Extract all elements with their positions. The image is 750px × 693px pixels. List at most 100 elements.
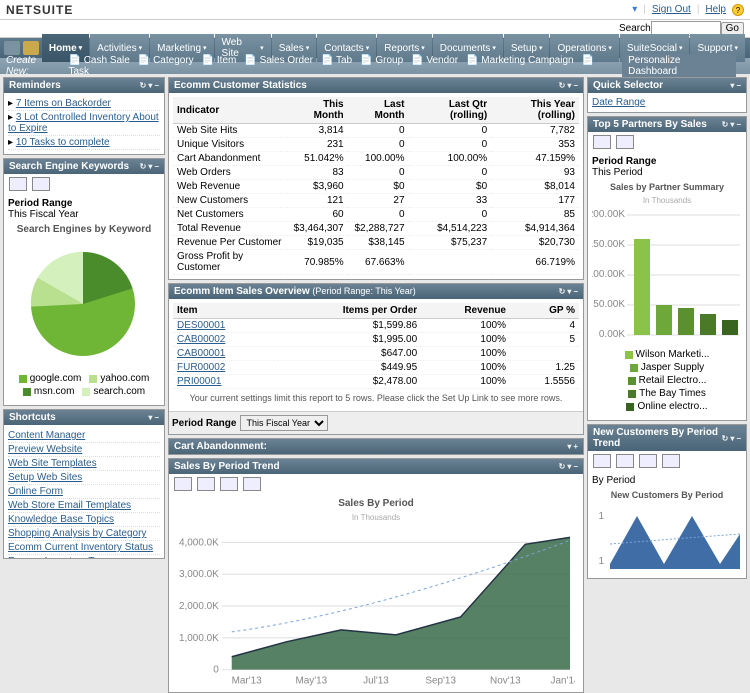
svg-text:0.00K: 0.00K — [599, 329, 625, 340]
chevron-down-icon[interactable]: ▾ — [730, 434, 734, 443]
create-vendor[interactable]: 📄 Vendor — [411, 55, 458, 66]
chart-type-icon[interactable] — [243, 477, 261, 491]
chart-title: Sales By Period — [177, 494, 575, 513]
shortcut-item[interactable]: Online Form — [8, 485, 160, 499]
chevron-down-icon[interactable]: ▾ — [567, 442, 571, 451]
cart-abandonment-panel: Cart Abandonment: ▾+ — [168, 438, 584, 455]
info-text: Your current settings limit this report … — [173, 389, 579, 407]
sales-by-period-panel: Sales By Period Trend ↻▾− Sales By Period… — [168, 458, 584, 693]
shortcut-item[interactable]: Shopping Analysis by Category — [8, 527, 160, 541]
minimize-icon[interactable]: − — [736, 81, 741, 90]
chevron-down-icon[interactable]: ▾ — [567, 462, 571, 471]
shortcut-item[interactable]: Knowledge Base Topics — [8, 513, 160, 527]
create-cash-sale[interactable]: 📄 Cash Sale — [68, 55, 129, 66]
shortcut-item[interactable]: Web Store Email Templates — [8, 499, 160, 513]
shortcut-item[interactable]: Ecomm Current Inventory Status — [8, 541, 160, 555]
shortcut-item[interactable]: Setup Web Sites — [8, 471, 160, 485]
chevron-down-icon[interactable]: ▾ — [148, 81, 152, 90]
svg-text:Jan'14: Jan'14 — [551, 676, 575, 687]
user-icon[interactable]: ▾ — [632, 4, 637, 15]
minimize-icon[interactable]: − — [573, 81, 578, 90]
search-engine-keywords-panel: Search Engine Keywords↻▾− Period Range T… — [3, 158, 165, 406]
chart-type-icon[interactable] — [616, 135, 634, 149]
chevron-down-icon[interactable]: ▾ — [148, 162, 152, 171]
minimize-icon[interactable]: − — [736, 120, 741, 129]
shortcut-item[interactable]: Web Site Templates — [8, 457, 160, 471]
bar-chart: 0.00K50.00K100.00K150.00K200.00K — [592, 205, 742, 345]
create-sales-order[interactable]: 📄 Sales Order — [244, 55, 313, 66]
chart-type-icon[interactable] — [593, 454, 611, 468]
shortcut-item[interactable]: Ecomm Inventory Turnover — [8, 555, 160, 558]
shortcut-item[interactable]: Content Manager — [8, 429, 160, 443]
create-new-bar: Create New: 📄 Cash Sale📄 Category📄 Item📄… — [0, 58, 750, 74]
reminder-item[interactable]: ▸ 7 Items on Backorder — [8, 97, 160, 111]
legend-item: yahoo.com — [89, 373, 149, 384]
create-item[interactable]: 📄 Item — [202, 55, 237, 66]
nav-icon-back[interactable] — [4, 41, 20, 55]
create-marketing-campaign[interactable]: 📄 Marketing Campaign — [466, 55, 574, 66]
period-select[interactable]: This Fiscal Year — [240, 415, 328, 431]
reminder-item[interactable]: ▸ 3 Lot Controlled Inventory About to Ex… — [8, 111, 160, 136]
item-sales-overview-panel: Ecomm Item Sales Overview (Period Range:… — [168, 283, 584, 435]
help-link[interactable]: Help — [705, 4, 726, 15]
chart-type-icon[interactable] — [9, 177, 27, 191]
panel-title: Reminders — [9, 80, 61, 91]
chart-type-icon[interactable] — [197, 477, 215, 491]
minimize-icon[interactable]: − — [154, 413, 159, 422]
create-group[interactable]: 📄 Group — [360, 55, 403, 66]
chevron-down-icon[interactable]: ▾ — [567, 81, 571, 90]
chart-type-icon[interactable] — [662, 454, 680, 468]
chart-type-icon[interactable] — [174, 477, 192, 491]
chevron-down-icon[interactable]: ▾ — [730, 120, 734, 129]
refresh-icon[interactable]: ↻ — [559, 287, 566, 296]
legend-item: Online electro... — [626, 401, 707, 412]
refresh-icon[interactable]: ↻ — [722, 434, 729, 443]
minimize-icon[interactable]: − — [736, 434, 741, 443]
table-row: CAB00002$1,995.00100%5 — [173, 333, 579, 347]
help-icon[interactable]: ? — [732, 4, 744, 16]
refresh-icon[interactable]: ↻ — [559, 81, 566, 90]
date-range-link[interactable]: Date Range — [592, 97, 645, 108]
new-customers-panel: New Customers By Period Trend↻▾− By Peri… — [587, 424, 747, 579]
minimize-icon[interactable]: − — [573, 287, 578, 296]
panel-title: Sales By Period Trend — [174, 461, 280, 472]
svg-text:Jul'13: Jul'13 — [363, 676, 389, 687]
nav-icon-star[interactable] — [23, 41, 39, 55]
search-label: Search — [619, 23, 651, 34]
shortcuts-list: Content ManagerPreview WebsiteWeb Site T… — [4, 425, 164, 558]
minimize-icon[interactable]: − — [154, 81, 159, 90]
expand-icon[interactable]: + — [573, 442, 578, 451]
logo: NETSUITE — [6, 3, 73, 17]
signout-link[interactable]: Sign Out — [652, 4, 691, 15]
chevron-down-icon[interactable]: ▾ — [730, 81, 734, 90]
area-chart: 01,000.0K2,000.0K3,000.0K4,000.0K Mar'13… — [177, 522, 575, 692]
legend-item: Retail Electro... — [628, 375, 707, 386]
chart-type-icon[interactable] — [593, 135, 611, 149]
ecomm-stats-panel: Ecomm Customer Statistics↻▾− IndicatorTh… — [168, 77, 584, 280]
panel-title: Search Engine Keywords — [9, 161, 129, 172]
minimize-icon[interactable]: − — [573, 462, 578, 471]
chevron-down-icon[interactable]: ▾ — [148, 413, 152, 422]
panel-title: Cart Abandonment: — [174, 441, 267, 452]
shortcut-item[interactable]: Preview Website — [8, 443, 160, 457]
table-row: Cart Abandonment51.042%100.00%100.00%47.… — [173, 152, 579, 166]
area-chart: 11 — [592, 504, 742, 574]
personalize-dashboard[interactable]: Personalize Dashboard — [622, 54, 736, 78]
create-tab[interactable]: 📄 Tab — [321, 55, 352, 66]
refresh-icon[interactable]: ↻ — [140, 81, 147, 90]
refresh-icon[interactable]: ↻ — [722, 120, 729, 129]
reminder-item[interactable]: ▸ 10 Tasks to complete — [8, 136, 160, 150]
minimize-icon[interactable]: − — [154, 162, 159, 171]
refresh-icon[interactable]: ↻ — [140, 162, 147, 171]
create-category[interactable]: 📄 Category — [138, 55, 194, 66]
chart-type-icon[interactable] — [616, 454, 634, 468]
chart-type-icon[interactable] — [220, 477, 238, 491]
period-label: Period Range — [172, 418, 236, 429]
chart-title: New Customers By Period — [592, 486, 742, 504]
period-label: Period Range — [8, 198, 72, 209]
refresh-icon[interactable]: ↻ — [559, 462, 566, 471]
svg-text:100.00K: 100.00K — [592, 269, 625, 280]
chart-type-icon[interactable] — [32, 177, 50, 191]
chart-type-icon[interactable] — [639, 454, 657, 468]
chevron-down-icon[interactable]: ▾ — [567, 287, 571, 296]
